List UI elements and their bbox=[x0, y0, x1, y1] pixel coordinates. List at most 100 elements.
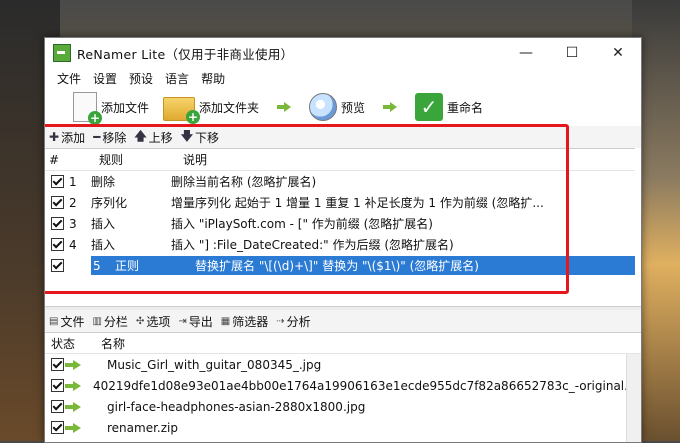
file-row[interactable]: girl-face-headphones-asian-2880x1800.jpg bbox=[45, 396, 641, 417]
rule-row[interactable]: 3 插入 插入 "iPlaySoft.com - [" 作为前缀 (忽略扩展名) bbox=[45, 213, 635, 234]
rule-name: 删除 bbox=[91, 175, 116, 189]
files-menu-label: 文件 bbox=[60, 314, 85, 329]
rule-name: 正则 bbox=[115, 259, 140, 273]
move-up-label: 上移 bbox=[148, 130, 173, 145]
column-header-status[interactable]: 状态 bbox=[45, 335, 95, 352]
rule-row[interactable]: 1 删除 删除当前名称 (忽略扩展名) bbox=[45, 171, 635, 192]
rule-num: 5 bbox=[91, 258, 111, 273]
arrow-right-icon bbox=[277, 102, 292, 112]
remove-rule-label: 移除 bbox=[102, 130, 127, 145]
add-files-button[interactable]: + 添加文件 bbox=[69, 92, 150, 125]
rule-row[interactable]: 4 插入 插入 "] :File_DateCreated:" 作为后缀 (忽略扩… bbox=[45, 234, 635, 255]
main-toolbar: + 添加文件 + 添加文件夹 预览 ✓ 重命名 bbox=[45, 88, 641, 127]
rule-checkbox[interactable] bbox=[51, 175, 64, 188]
rule-name: 插入 bbox=[91, 238, 116, 252]
add-files-label: 添加文件 bbox=[101, 100, 150, 115]
minimize-button[interactable]: — bbox=[503, 38, 549, 68]
move-down-label: 下移 bbox=[195, 130, 220, 145]
rule-num: 4 bbox=[69, 237, 77, 252]
analyze-menu-button[interactable]: ⇢ 分析 bbox=[276, 313, 310, 330]
preview-label: 预览 bbox=[341, 100, 366, 115]
file-name: girl-face-headphones-asian-2880x1800.jpg bbox=[107, 399, 366, 414]
rule-desc: 增量序列化 起始于 1 增量 1 重复 1 补足长度为 1 作为前缀 (忽略扩.… bbox=[171, 196, 544, 210]
minus-icon: ━ bbox=[93, 130, 101, 144]
files-menu-button[interactable]: ▤ 文件 bbox=[49, 313, 84, 330]
menu-language[interactable]: 语言 bbox=[159, 70, 195, 87]
rules-toolbar: ✚ 添加 ━ 移除 🡅 上移 🡇 下移 bbox=[45, 126, 641, 148]
filter-menu-label: 筛选器 bbox=[232, 314, 269, 329]
rule-checkbox[interactable] bbox=[51, 259, 64, 272]
menubar: 文件 设置 预设 语言 帮助 bbox=[45, 68, 641, 88]
menu-file[interactable]: 文件 bbox=[51, 70, 87, 87]
column-header-rule[interactable]: 规则 bbox=[95, 151, 179, 168]
rule-row[interactable]: 2 序列化 增量序列化 起始于 1 增量 1 重复 1 补足长度为 1 作为前缀… bbox=[45, 192, 635, 213]
analyze-menu-label: 分析 bbox=[286, 314, 311, 329]
file-row[interactable]: 40219dfe1d08e93e01ae4bb00e1764a19906163e… bbox=[45, 375, 641, 396]
files-toolbar: ▤ 文件 ▥ 分栏 ✣ 选项 ⇥ 导出 ▦ 筛选器 ⇢ 分析 bbox=[45, 310, 641, 333]
file-checkbox[interactable] bbox=[51, 358, 64, 371]
rule-num: 3 bbox=[69, 216, 77, 231]
file-row[interactable]: renamer.zip bbox=[45, 417, 641, 438]
arrow-right-icon bbox=[65, 401, 81, 412]
maximize-button[interactable]: ☐ bbox=[549, 38, 595, 68]
add-folder-icon: + bbox=[163, 97, 201, 124]
rule-name: 插入 bbox=[91, 217, 116, 231]
close-button[interactable]: ✕ bbox=[595, 38, 641, 68]
preview-button[interactable]: 预览 bbox=[309, 93, 365, 121]
rules-table: # 规则 说明 1 删除 删除当前名称 (忽略扩展名) 2 序列化 增量序列化 … bbox=[45, 148, 635, 276]
options-menu-label: 选项 bbox=[146, 314, 171, 329]
rules-header: # 规则 说明 bbox=[45, 149, 635, 171]
rule-name: 序列化 bbox=[91, 196, 128, 210]
rule-num: 1 bbox=[69, 174, 77, 189]
file-checkbox[interactable] bbox=[51, 400, 64, 413]
column-header-desc[interactable]: 说明 bbox=[179, 151, 635, 168]
app-icon bbox=[53, 44, 71, 62]
rule-row-selected[interactable]: 5 正则 替换扩展名 "\[(\d)+\]" 替换为 "\($1\)" (忽略扩… bbox=[45, 255, 635, 276]
rule-desc: 插入 "iPlaySoft.com - [" 作为前缀 (忽略扩展名) bbox=[171, 217, 433, 231]
column-header-num[interactable]: # bbox=[45, 153, 95, 167]
file-checkbox[interactable] bbox=[51, 379, 64, 392]
remove-rule-button[interactable]: ━ 移除 bbox=[93, 129, 126, 146]
add-folders-label: 添加文件夹 bbox=[199, 100, 260, 115]
column-header-name[interactable]: 名称 bbox=[95, 335, 641, 352]
files-header: 状态 名称 bbox=[45, 333, 641, 354]
rule-checkbox[interactable] bbox=[51, 196, 64, 209]
arrow-right-icon bbox=[65, 380, 81, 391]
checkmark-icon: ✓ bbox=[415, 93, 444, 121]
columns-icon: ▥ bbox=[92, 315, 102, 327]
export-icon: ⇥ bbox=[178, 315, 187, 327]
arrow-right-icon bbox=[65, 359, 81, 370]
menu-help[interactable]: 帮助 bbox=[195, 70, 231, 87]
export-menu-label: 导出 bbox=[188, 314, 213, 329]
rule-desc: 替换扩展名 "\[(\d)+\]" 替换为 "\($1\)" (忽略扩展名) bbox=[195, 259, 479, 273]
options-menu-button[interactable]: ✣ 选项 bbox=[136, 313, 170, 330]
file-name: 40219dfe1d08e93e01ae4bb00e1764a19906163e… bbox=[93, 378, 642, 393]
file-name: Music_Girl_with_guitar_080345_.jpg bbox=[107, 357, 322, 372]
files-scrollbar[interactable] bbox=[626, 354, 641, 442]
add-rule-button[interactable]: ✚ 添加 bbox=[49, 129, 85, 146]
files-list: Music_Girl_with_guitar_080345_.jpg 40219… bbox=[45, 354, 641, 442]
columns-menu-button[interactable]: ▥ 分栏 bbox=[92, 313, 127, 330]
analyze-icon: ⇢ bbox=[276, 315, 285, 327]
export-menu-button[interactable]: ⇥ 导出 bbox=[178, 313, 212, 330]
rule-checkbox[interactable] bbox=[51, 217, 64, 230]
file-checkbox[interactable] bbox=[51, 421, 64, 434]
menu-settings[interactable]: 设置 bbox=[87, 70, 123, 87]
filter-menu-button[interactable]: ▦ 筛选器 bbox=[221, 313, 268, 330]
rule-checkbox[interactable] bbox=[51, 238, 64, 251]
renamer-window: ReNamer Lite（仅用于非商业使用） — ☐ ✕ 文件 设置 预设 语言… bbox=[44, 37, 642, 443]
file-row[interactable]: Music_Girl_with_guitar_080345_.jpg bbox=[45, 354, 641, 375]
filter-icon: ▦ bbox=[220, 315, 231, 327]
menu-presets[interactable]: 预设 bbox=[123, 70, 159, 87]
files-icon: ▤ bbox=[49, 315, 59, 327]
titlebar: ReNamer Lite（仅用于非商业使用） — ☐ ✕ bbox=[45, 38, 641, 68]
rule-desc: 删除当前名称 (忽略扩展名) bbox=[171, 175, 317, 189]
move-down-button[interactable]: 🡇 下移 bbox=[181, 127, 219, 148]
arrow-right-icon bbox=[65, 422, 81, 433]
add-folders-button[interactable]: + 添加文件夹 bbox=[163, 93, 260, 124]
move-up-button[interactable]: 🡅 上移 bbox=[134, 127, 172, 148]
arrow-down-icon: 🡇 bbox=[180, 128, 194, 143]
columns-menu-label: 分栏 bbox=[103, 314, 128, 329]
rename-button[interactable]: ✓ 重命名 bbox=[415, 93, 483, 121]
file-name: renamer.zip bbox=[107, 420, 178, 435]
